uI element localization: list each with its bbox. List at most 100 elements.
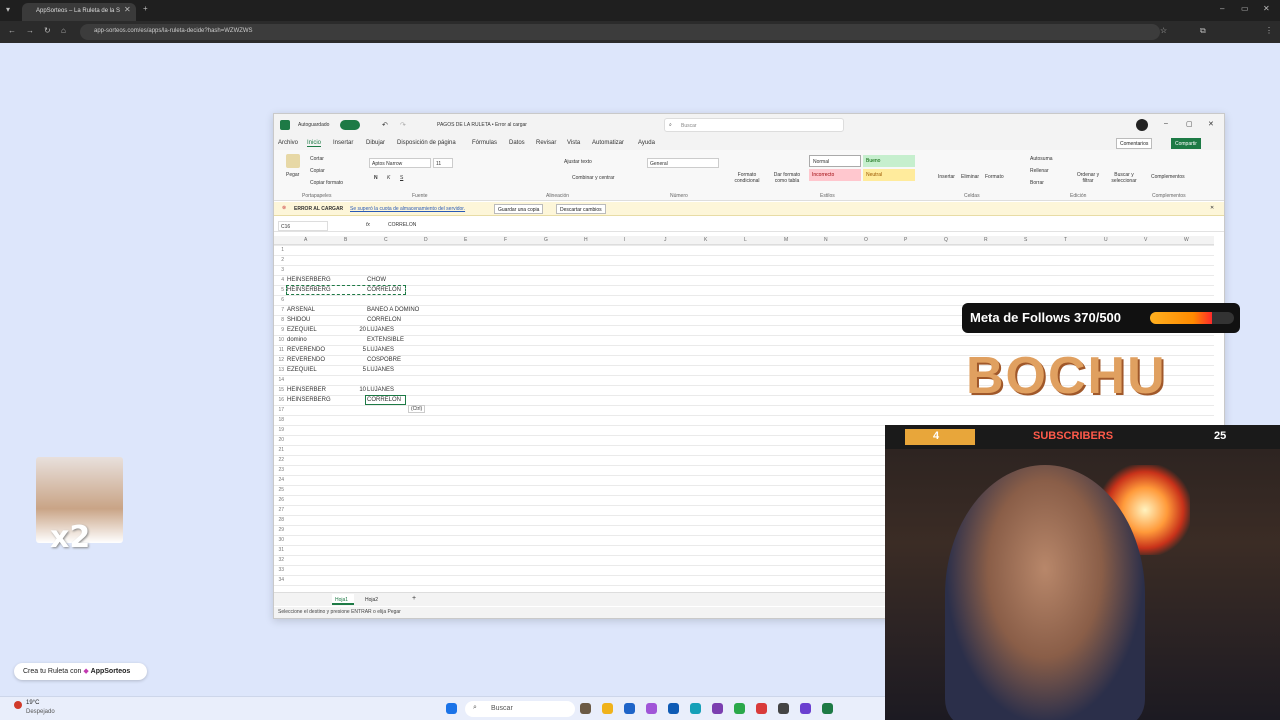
row-header[interactable]: 9 [276, 327, 284, 333]
app-icon-5[interactable] [800, 703, 811, 714]
cell-c7[interactable]: BANEO A DOMINO [367, 307, 419, 313]
merge-center-button[interactable]: Combinar y centrar [572, 175, 615, 181]
row-header[interactable]: 26 [276, 497, 284, 503]
url-field[interactable]: app-sorteos.com/es/apps/la-ruleta-decide… [80, 24, 1160, 40]
copilot-icon[interactable] [1136, 119, 1148, 131]
ribbon-tab-inicio[interactable]: Inicio [307, 140, 322, 147]
ribbon-tab-dibujar[interactable]: Dibujar [366, 140, 385, 146]
delete-cells-button[interactable]: Eliminar [961, 174, 979, 180]
row-header[interactable]: 23 [276, 467, 284, 473]
app-icon-3[interactable] [756, 703, 767, 714]
close-error-icon[interactable]: ✕ [1210, 205, 1214, 211]
ribbon-tab-revisar[interactable]: Revisar [536, 140, 556, 146]
style-normal[interactable]: Normal [809, 155, 861, 167]
column-header-p[interactable]: P [904, 237, 907, 243]
row-header[interactable]: 6 [276, 297, 284, 303]
column-header-a[interactable]: A [304, 237, 307, 243]
row-header[interactable]: 8 [276, 317, 284, 323]
ribbon-tab-fórmulas[interactable]: Fórmulas [472, 140, 497, 146]
tab-menu-icon[interactable]: ▾ [6, 5, 10, 14]
column-header-i[interactable]: I [624, 237, 625, 243]
column-header-w[interactable]: W [1184, 237, 1189, 243]
maximize-icon[interactable]: ▭ [1241, 4, 1249, 13]
taskbar-search[interactable]: ⌕ Buscar [465, 701, 575, 717]
excel-taskbar-icon[interactable] [822, 703, 833, 714]
save-copy-button[interactable]: Guardar una copia [494, 204, 544, 214]
name-box[interactable]: C16 [278, 221, 328, 231]
cell-c13[interactable]: LUJANES [367, 367, 394, 373]
comments-button[interactable]: Comentarios [1116, 138, 1153, 149]
cell-c9[interactable]: LUJANES [367, 327, 394, 333]
column-header-v[interactable]: V [1144, 237, 1147, 243]
column-header-f[interactable]: F [504, 237, 507, 243]
close-window-icon[interactable]: ✕ [1263, 4, 1270, 13]
active-cell-c16[interactable] [365, 395, 406, 405]
error-message-link[interactable]: Se superó la cuota de almacenamiento del… [350, 206, 465, 212]
cell-a7[interactable]: ARSENAL [287, 307, 315, 313]
sheet-tab-hoja1[interactable]: Hoja1 [332, 594, 354, 605]
bold-button[interactable]: N [374, 175, 378, 181]
cell-a11[interactable]: REVERENDO [287, 347, 325, 353]
row-header[interactable]: 18 [276, 417, 284, 423]
column-header-c[interactable]: C [384, 237, 388, 243]
column-header-h[interactable]: H [584, 237, 588, 243]
paste-label[interactable]: Pegar [286, 172, 299, 178]
browser-menu-icon[interactable]: ⋮ [1265, 26, 1273, 35]
column-header-o[interactable]: O [864, 237, 868, 243]
row-header[interactable]: 30 [276, 537, 284, 543]
row-header[interactable]: 13 [276, 367, 284, 373]
cell-a9[interactable]: EZEQUIEL [287, 327, 317, 333]
formula-input[interactable]: CORRELON [388, 222, 416, 228]
column-header-q[interactable]: Q [944, 237, 948, 243]
minimize-icon[interactable]: – [1164, 120, 1168, 127]
app-icon-2[interactable] [712, 703, 723, 714]
cell-c4[interactable]: CHOW [367, 277, 386, 283]
cell-b13[interactable]: 5 [326, 367, 366, 373]
undo-icon[interactable]: ↶ [382, 121, 388, 129]
ribbon-tab-datos[interactable]: Datos [509, 140, 525, 146]
paste-options-tag[interactable]: (Ctrl) [408, 405, 426, 413]
task-view-icon[interactable] [580, 703, 591, 714]
row-header[interactable]: 29 [276, 527, 284, 533]
forward-icon[interactable]: → [26, 26, 34, 35]
underline-button[interactable]: S [400, 175, 403, 181]
redo-icon[interactable]: ↷ [400, 121, 406, 129]
cell-a12[interactable]: REVERENDO [287, 357, 325, 363]
tab-close-icon[interactable]: ✕ [124, 5, 131, 14]
extensions-icon[interactable]: ⧉ [1200, 26, 1206, 36]
style-bad[interactable]: Incorrecto [809, 169, 861, 181]
row-header[interactable]: 27 [276, 507, 284, 513]
cell-c12[interactable]: COSPOBRE [367, 357, 401, 363]
create-ruleta-badge[interactable]: Crea tu Ruleta con ◆ AppSorteos [14, 663, 147, 680]
cell-a16[interactable]: HEINSERBERG [287, 397, 331, 403]
row-header[interactable]: 22 [276, 457, 284, 463]
cell-a10[interactable]: domino [287, 337, 307, 343]
column-header-u[interactable]: U [1104, 237, 1108, 243]
browser-tab[interactable]: AppSorteos – La Ruleta de la S [22, 3, 136, 21]
row-header[interactable]: 2 [276, 257, 284, 263]
row-header[interactable]: 12 [276, 357, 284, 363]
format-cells-button[interactable]: Formato [985, 174, 1004, 180]
insert-cells-button[interactable]: Insertar [938, 174, 955, 180]
row-header[interactable]: 28 [276, 517, 284, 523]
new-tab-icon[interactable]: + [143, 4, 148, 13]
row-header[interactable]: 7 [276, 307, 284, 313]
row-header[interactable]: 19 [276, 427, 284, 433]
row-header[interactable]: 3 [276, 267, 284, 273]
row-header[interactable]: 16 [276, 397, 284, 403]
cell-a13[interactable]: EZEQUIEL [287, 367, 317, 373]
row-header[interactable]: 1 [276, 247, 284, 253]
font-name-select[interactable]: Aptos Narrow [369, 158, 431, 168]
sheet-tab-hoja2[interactable]: Hoja2 [362, 594, 384, 605]
cell-a15[interactable]: HEINSERBER [287, 387, 326, 393]
column-header-j[interactable]: J [664, 237, 667, 243]
cell-a4[interactable]: HEINSERBERG [287, 277, 331, 283]
row-header[interactable]: 31 [276, 547, 284, 553]
ribbon-tab-vista[interactable]: Vista [567, 140, 580, 146]
cell-c10[interactable]: EXTENSIBLE [367, 337, 404, 343]
chrome-icon[interactable] [734, 703, 745, 714]
file-explorer-icon[interactable] [602, 703, 613, 714]
column-header-s[interactable]: S [1024, 237, 1027, 243]
home-icon[interactable]: ⌂ [61, 26, 66, 35]
maximize-icon[interactable]: ▢ [1186, 120, 1193, 128]
